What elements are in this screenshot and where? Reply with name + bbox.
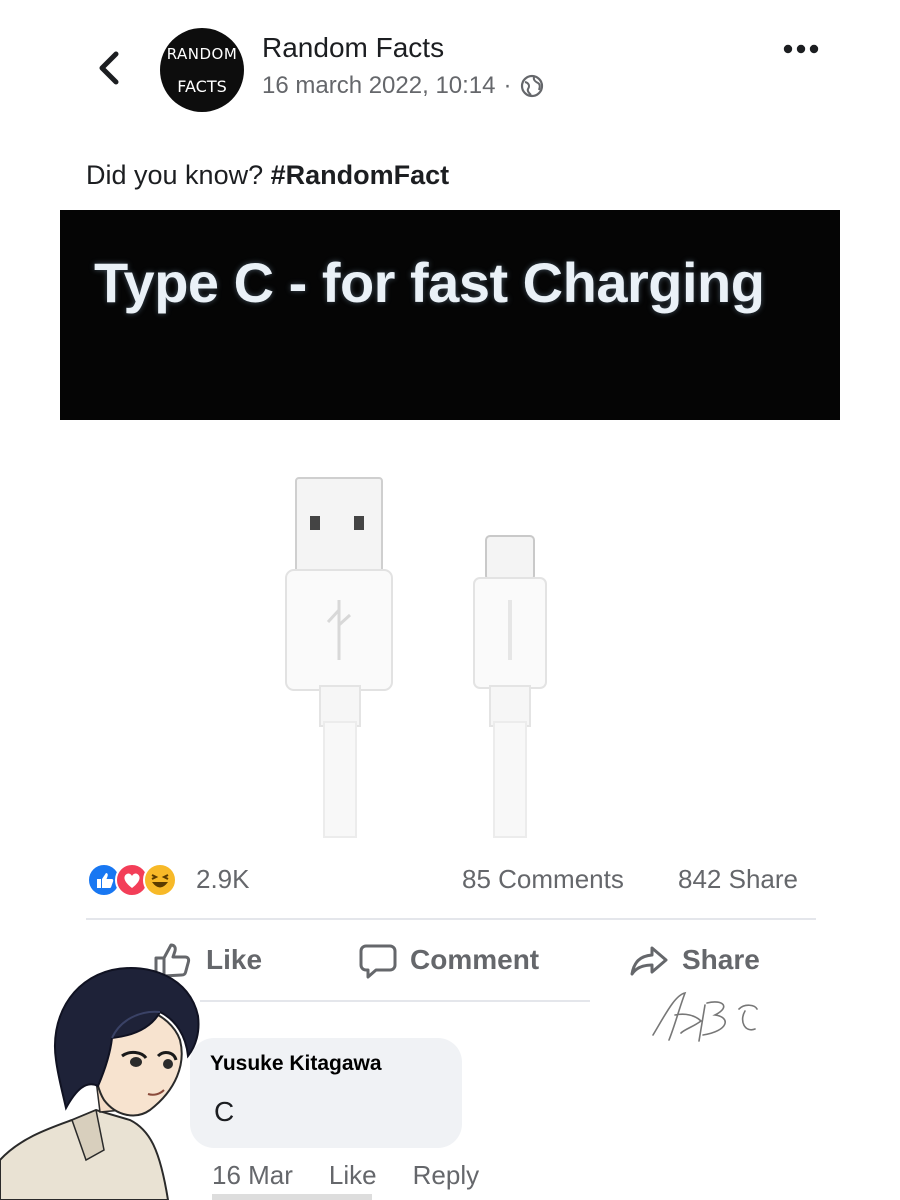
meta-separator: ·	[503, 72, 512, 99]
reactions-count[interactable]: 2.9K	[196, 864, 250, 895]
haha-reaction-icon	[143, 863, 177, 897]
reaction-icons[interactable]	[86, 862, 178, 898]
chevron-left-icon	[99, 51, 119, 85]
share-button[interactable]: Share	[628, 940, 760, 980]
cut-off-text-line	[212, 1194, 372, 1200]
character-avatar-image	[0, 967, 200, 1200]
banner-title: Type C - for fast Charging	[94, 251, 765, 314]
post-meta: 16 march 2022, 10:14 ·	[262, 72, 544, 100]
speech-bubble-icon	[359, 944, 397, 979]
actions-divider	[200, 1000, 590, 1002]
share-arrow-icon	[630, 946, 668, 976]
comment-button[interactable]: Comment	[358, 940, 539, 980]
more-dots-icon	[783, 44, 819, 54]
hashtag-link[interactable]: #RandomFact	[271, 160, 450, 190]
comment-like-link[interactable]: Like	[329, 1160, 377, 1191]
shares-count[interactable]: 842 Share	[678, 864, 798, 895]
avatar-text-line2: FACTS	[177, 77, 227, 96]
handwritten-signature	[652, 991, 758, 1042]
comment-author[interactable]: Yusuke Kitagawa	[210, 1052, 382, 1076]
globe-icon	[520, 74, 543, 98]
avatar-text-line1: RANDOM	[166, 45, 238, 63]
stats-divider	[86, 918, 816, 920]
more-options-button[interactable]	[780, 34, 824, 64]
share-label: Share	[682, 944, 760, 975]
page-avatar[interactable]: RANDOM FACTS	[160, 28, 244, 112]
usb-a-connector	[285, 477, 393, 838]
post-image-banner: Type C - for fast Charging	[60, 210, 840, 420]
comment-label: Comment	[410, 944, 540, 975]
comment-meta: 16 Mar Like Reply	[212, 1160, 479, 1191]
post-caption: Did you know? #RandomFact	[86, 160, 449, 191]
post-date[interactable]: 16 march 2022, 10:14	[262, 72, 496, 100]
caption-text: Did you know?	[86, 160, 271, 190]
comment-reply-link[interactable]: Reply	[413, 1160, 479, 1191]
back-button[interactable]	[90, 46, 130, 90]
comments-count[interactable]: 85 Comments	[462, 864, 624, 895]
usb-cable-image	[285, 477, 547, 838]
page-name[interactable]: Random Facts	[262, 32, 444, 64]
usb-c-connector	[473, 535, 547, 838]
